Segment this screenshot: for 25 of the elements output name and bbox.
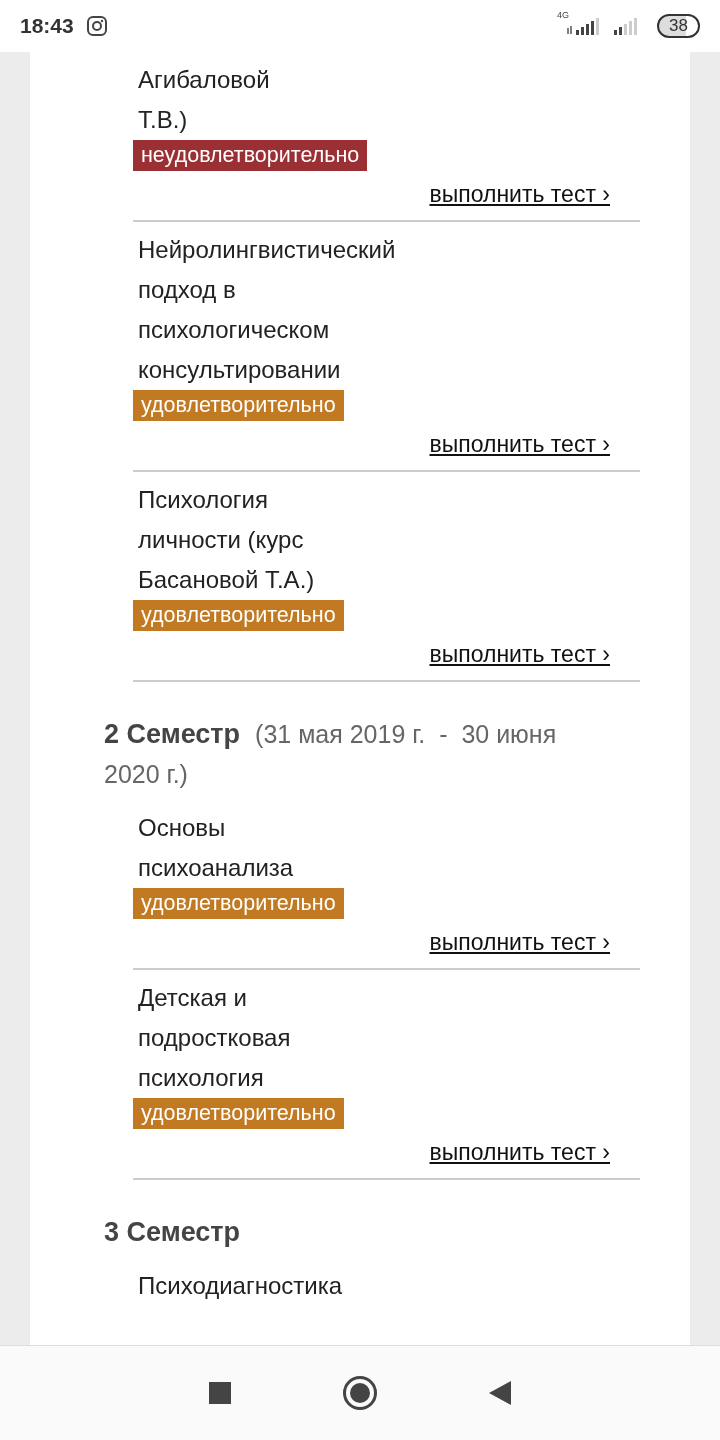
course-title: Агибаловой Т.В.) bbox=[138, 65, 271, 135]
grade-badge: удовлетворительно bbox=[133, 888, 344, 919]
take-test-link[interactable]: выполнить тест › bbox=[429, 929, 610, 956]
clock: 18:43 bbox=[20, 14, 74, 38]
course-title: Детская и подростковая психология bbox=[138, 983, 292, 1093]
camera-icon bbox=[85, 15, 108, 37]
grade-badge: удовлетворительно bbox=[133, 600, 344, 631]
take-test-link[interactable]: выполнить тест › bbox=[429, 181, 610, 208]
grade-badge: удовлетворительно bbox=[133, 1098, 344, 1129]
battery-indicator: 38 bbox=[657, 14, 700, 38]
take-test-link[interactable]: выполнить тест › bbox=[429, 641, 610, 668]
semester-heading: 3 Семестр bbox=[104, 1216, 242, 1249]
back-icon[interactable] bbox=[488, 1380, 512, 1406]
grade-badge: неудовлетворительно bbox=[133, 140, 368, 171]
recent-apps-icon[interactable] bbox=[208, 1381, 232, 1405]
grade-badge: удовлетворительно bbox=[133, 390, 344, 421]
take-test-link[interactable]: выполнить тест › bbox=[429, 431, 610, 458]
semester-heading: 2 Семестр (31 мая 2019 г. - 30 июня 2020 г.) bbox=[104, 718, 558, 790]
network-label: 4G bbox=[557, 10, 570, 20]
home-icon[interactable] bbox=[342, 1375, 378, 1411]
course-title: Основы психоанализа bbox=[138, 813, 295, 883]
course-title: Психология личности (курс Басановой Т.А.) bbox=[138, 485, 316, 595]
take-test-link[interactable]: выполнить тест › bbox=[429, 1139, 610, 1166]
course-title: Нейролингвистический подход в психологическом консультировании bbox=[138, 235, 397, 385]
course-title: Психодиагностика bbox=[138, 1271, 344, 1301]
